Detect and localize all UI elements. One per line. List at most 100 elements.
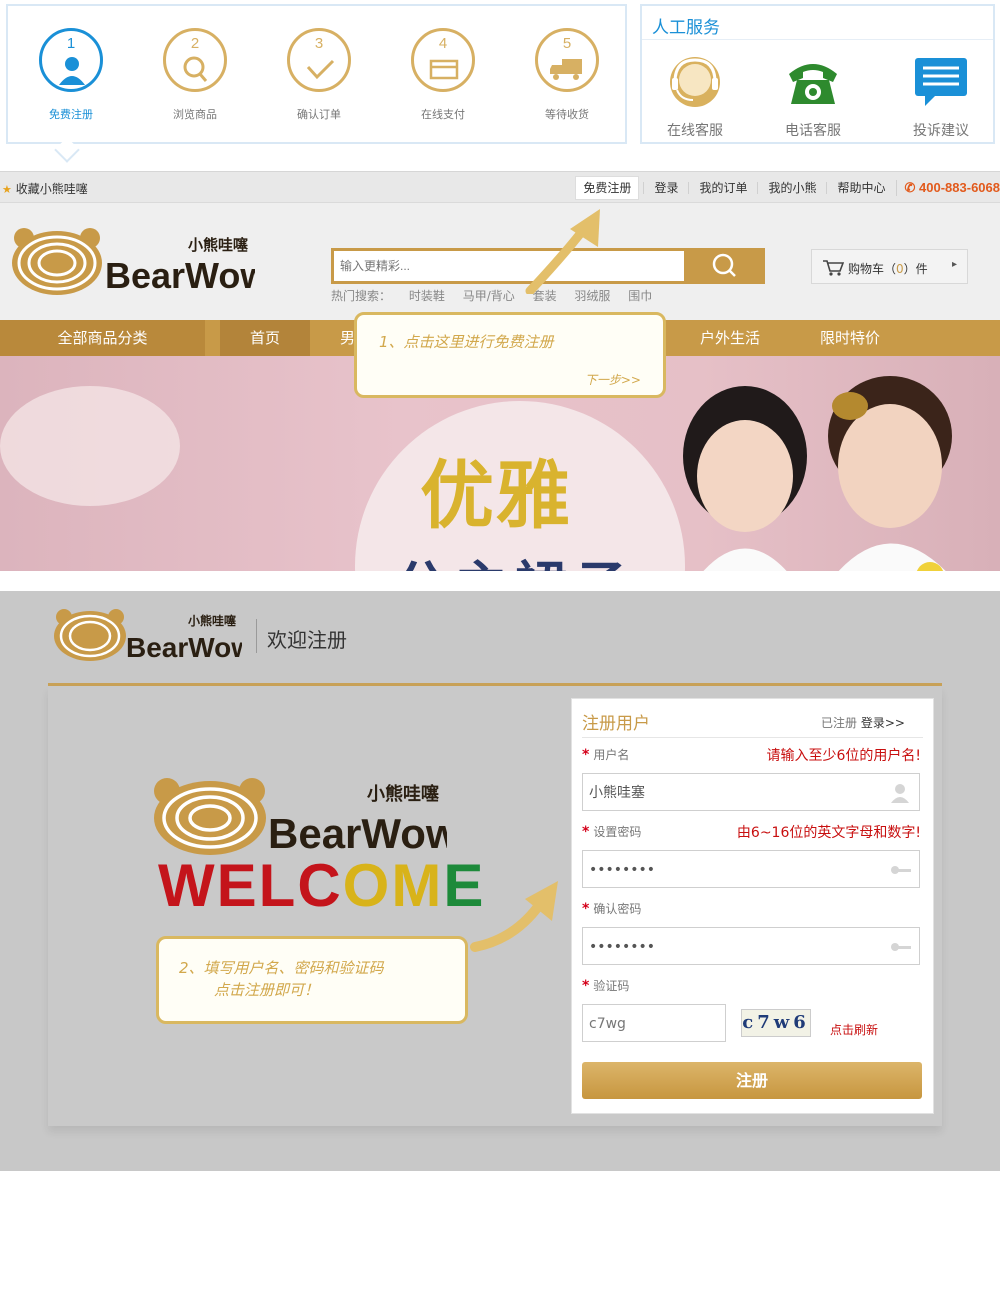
username-hint: 请输入至少6位的用户名! [766,748,921,764]
step-label: 浏览商品 [173,108,217,121]
step-register[interactable]: 1 免费注册 [21,28,121,122]
card-icon [429,59,459,80]
welcome-letter: L [258,852,298,919]
hotline-number: 400-883-6068 [919,179,1000,195]
headset-agent-icon [670,57,720,107]
step-label: 确认订单 [297,108,341,121]
hot-word[interactable]: 时装鞋 [409,289,445,303]
divider [582,737,923,738]
register-link[interactable]: 免费注册 [575,175,640,200]
page-title: 欢迎注册 [267,628,347,652]
refresh-captcha-link[interactable]: 点击刷新 [830,1021,878,1038]
login-link[interactable]: 登录>> [861,716,905,730]
already-label: 已注册 [821,716,858,730]
confirm-password-field[interactable]: •••••••• [582,927,920,965]
welcome-letter: C [297,852,343,919]
hot-searches: 热门搜索： 时装鞋 马甲/背心 套装 羽绒服 围巾 [331,287,666,304]
nav-flash-sale[interactable]: 限时特价 [820,320,880,356]
search-input[interactable] [334,251,684,281]
nav-home[interactable]: 首页 [220,320,310,356]
search-icon [712,253,736,277]
step-circle: 3 [287,28,351,92]
complaint-service[interactable]: 投诉建议 [891,54,991,140]
welcome-letter: M [391,852,444,919]
hotline: ✆ 400-883-6068 [895,179,1000,196]
login-link[interactable]: 登录 [643,181,688,194]
user-icon [891,784,909,803]
form-title: 注册用户 [582,714,650,734]
confirm-value: •••••••• [589,939,656,955]
service-title: 人工服务 [652,18,720,38]
online-service[interactable]: 在线客服 [645,54,745,140]
welcome-letter: O [342,852,392,919]
nav-men[interactable]: 男 [340,320,355,356]
password-value: •••••••• [589,862,656,878]
search-button[interactable] [685,248,765,284]
step-confirm[interactable]: 3 确认订单 [269,28,369,122]
phone-service[interactable]: 电话客服 [763,54,863,140]
already-registered: 已注册 登录>> [821,714,905,731]
my-orders-link[interactable]: 我的订单 [688,181,757,194]
step-circle: 2 [163,28,227,92]
message-icon [915,58,967,106]
logo-en: BearWow [126,632,242,663]
bear-logo-icon: BearWow 小熊哇噻 [12,228,269,296]
captcha-image[interactable]: c7w6 [741,1009,811,1037]
help-center-link[interactable]: 帮助中心 [826,181,895,194]
favorite-link[interactable]: ★ 收藏小熊哇噻 [2,180,88,197]
hot-word[interactable]: 马甲/背心 [463,289,515,303]
username-field[interactable]: 小熊哇塞 [582,773,920,811]
register-screenshot: BearWow 小熊哇噻 欢迎注册 BearWow 小熊哇噻 WELCOME 2… [0,591,1000,1171]
cart-suffix: ）件 [903,262,928,276]
welcome-letter: W [158,852,217,919]
header-divider [256,619,257,653]
register-form: 注册用户 已注册 登录>> * 用户名 请输入至少6位的用户名! 小熊哇塞 * 设置… [571,698,934,1114]
homepage-screenshot: ★ 收藏小熊哇噻 免费注册 登录 我的订单 我的小熊 帮助中心 ✆ 400-88… [0,171,1000,571]
logo-cn: 小熊哇噻 [188,236,249,254]
models-photo [683,376,952,571]
hot-search-label: 热门搜索： [331,289,392,303]
confirm-label: * 确认密码 [582,901,642,917]
arrow-icon [470,881,558,952]
step-circle: 4 [411,28,475,92]
callout-text: 点击注册即可！ [214,981,320,999]
my-account-link[interactable]: 我的小熊 [757,181,826,194]
next-step-link[interactable]: 下一步>> [585,371,641,388]
step-browse[interactable]: 2 浏览商品 [145,28,245,122]
step-pay[interactable]: 4 在线支付 [393,28,493,122]
bear-logo-icon: BearWow 小熊哇噻 [154,778,459,857]
step-delivery[interactable]: 5 等待收货 [517,28,617,122]
welcome-word: WELCOME [158,851,485,920]
favorite-label: 收藏小熊哇噻 [15,182,88,196]
service-label: 投诉建议 [913,123,969,139]
step-number: 2 [190,35,200,52]
step-label: 免费注册 [49,108,93,121]
logo-cn: 小熊哇噻 [188,613,237,628]
service-label: 在线客服 [667,123,723,139]
nav-outdoor[interactable]: 户外生活 [700,320,760,356]
hot-word[interactable]: 围巾 [628,289,652,303]
telephone-icon [789,64,837,104]
tooltip-step1: 1、点击这里进行免费注册 下一步>> [354,312,666,398]
service-panel: 人工服务 在线客服 电话客服 投诉建议 [640,4,995,144]
check-icon [306,59,335,80]
all-categories[interactable]: 全部商品分类 [0,320,205,356]
step-label: 在线支付 [421,108,465,121]
password-field[interactable]: •••••••• [582,850,920,888]
captcha-field[interactable]: c7wg [582,1004,726,1042]
top-links: 免费注册 登录 我的订单 我的小熊 帮助中心 ✆ 400-883-6068 [575,172,1000,203]
phone-icon: ✆ [904,179,916,195]
register-logo[interactable]: BearWow 小熊哇噻 [52,607,253,667]
top-bar: ★ 收藏小熊哇噻 免费注册 登录 我的订单 我的小熊 帮助中心 ✆ 400-88… [0,171,1000,203]
register-button[interactable]: 注册 [582,1062,922,1099]
callout-text: 1、点击这里进行免费注册 [379,333,554,351]
step-number: 3 [314,35,324,52]
logo[interactable]: BearWow 小熊哇噻 [10,228,269,298]
cart-count: 0 [896,262,904,276]
key-icon [891,866,911,874]
steps-panel: 1 免费注册 2 浏览商品 3 确认订单 4 在线支付 5 等待收货 [6,4,627,144]
star-icon: ★ [2,183,12,196]
cart-button[interactable]: 购物车（0）件 ▸ [811,249,968,284]
chevron-right-icon: ▸ [951,259,957,270]
divider [642,39,993,40]
